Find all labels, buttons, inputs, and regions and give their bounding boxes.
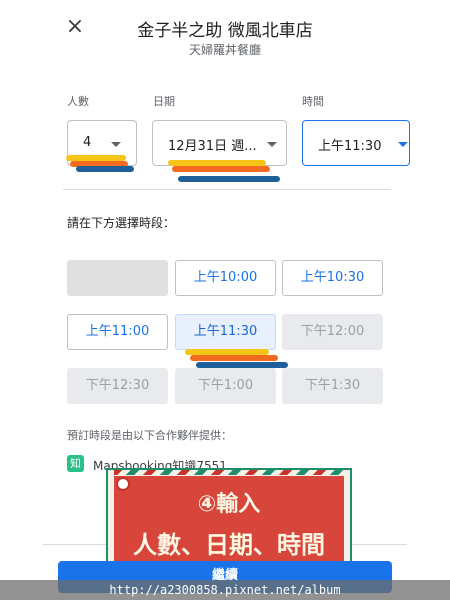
time-label: 時間 xyxy=(302,95,324,108)
date-value: 12月31日 週... xyxy=(168,139,257,154)
chevron-down-icon xyxy=(267,142,277,147)
date-label: 日期 xyxy=(153,95,175,108)
restaurant-category: 天婦羅丼餐廳 xyxy=(188,43,261,57)
promo-overlay: ④輸入 人數、日期、時間 xyxy=(106,468,352,570)
promo-step: ④輸入 xyxy=(197,492,261,517)
restaurant-title: 金子半之助 微風北車店 xyxy=(137,21,313,41)
promo-caption-part: 、時間 xyxy=(253,531,325,559)
time-slot[interactable]: 上午11:00 xyxy=(67,314,168,350)
chevron-down-icon xyxy=(111,142,121,147)
highlighter-mark xyxy=(178,176,280,182)
party-size-label: 人數 xyxy=(67,95,89,108)
time-slot[interactable]: 上午10:30 xyxy=(282,260,383,296)
promo-caption: 人數、日期、時間 xyxy=(114,525,344,560)
time-slot[interactable]: 上午10:00 xyxy=(175,260,276,296)
highlighter-mark xyxy=(196,362,288,368)
provider-note: 預訂時段是由以下合作夥伴提供： xyxy=(67,429,232,442)
time-slot-selected[interactable]: 上午11:30 xyxy=(175,314,276,350)
chevron-down-icon xyxy=(398,142,408,147)
time-slot: 下午12:30 xyxy=(67,368,168,404)
watermark: http://a2300858.pixnet.net/album xyxy=(0,580,450,600)
highlighter-mark xyxy=(190,355,278,361)
highlighter-mark xyxy=(76,166,134,172)
slots-heading: 請在下方選擇時段： xyxy=(67,216,176,230)
time-slot: 下午1:00 xyxy=(175,368,276,404)
time-slot: 下午12:00 xyxy=(282,314,383,350)
time-value: 上午11:30 xyxy=(318,139,382,154)
time-slot xyxy=(67,260,168,296)
highlighter-mark xyxy=(172,166,270,172)
promo-caption-part: 人數、 xyxy=(133,531,205,559)
promo-caption-part: 日期 xyxy=(205,531,253,559)
time-select[interactable]: 上午11:30 xyxy=(302,120,410,166)
divider xyxy=(63,189,391,190)
promo-border xyxy=(114,470,344,475)
header: × 金子半之助 微風北車店 天婦羅丼餐廳 xyxy=(0,0,450,70)
party-size-value: 4 xyxy=(83,135,92,150)
provider-logo: 知 xyxy=(67,455,84,472)
time-slot: 下午1:30 xyxy=(282,368,383,404)
